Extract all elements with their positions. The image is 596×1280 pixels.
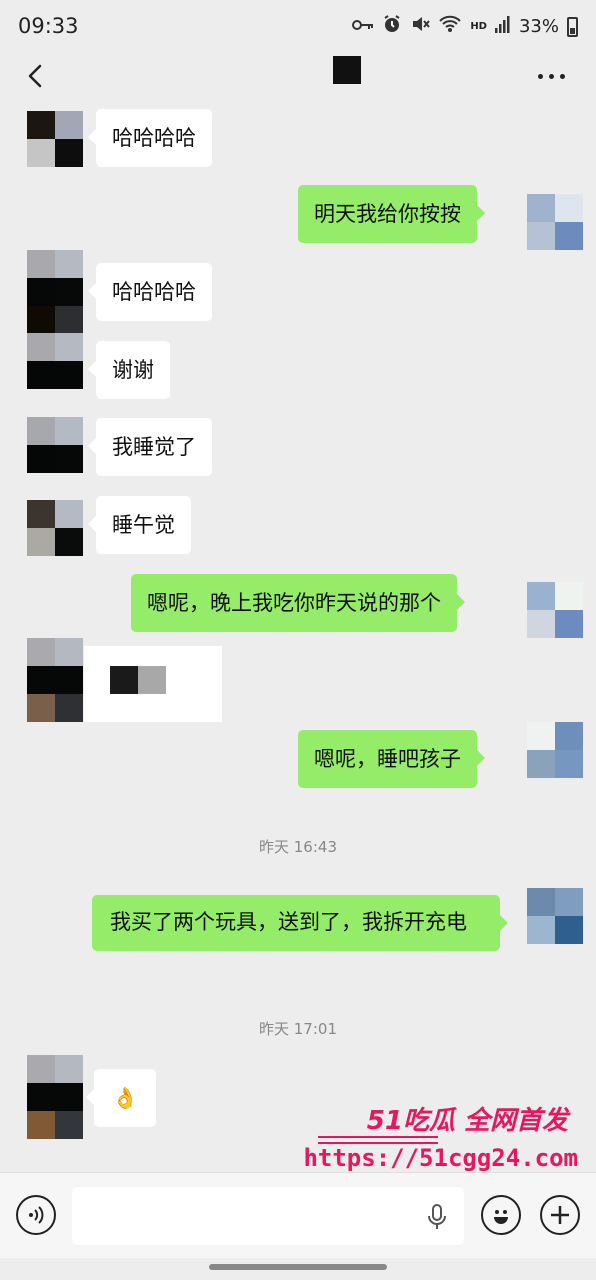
alarm-icon	[382, 14, 402, 39]
sticker-message[interactable]	[84, 646, 222, 722]
input-bar	[0, 1172, 596, 1258]
wifi-icon	[438, 14, 462, 39]
watermark-lines	[318, 1136, 438, 1144]
more-dots-icon	[538, 73, 543, 79]
emoji-icon	[494, 1210, 508, 1224]
contact-avatar[interactable]	[27, 1055, 83, 1139]
status-icons: HD 33%	[352, 14, 578, 39]
chat-header	[0, 52, 596, 102]
contact-avatar[interactable]	[27, 500, 83, 556]
message-bubble-outgoing[interactable]: 嗯呢，晚上我吃你昨天说的那个	[131, 574, 465, 632]
watermark: 51吃瓜 全网首发 https://51cgg24.com	[303, 1100, 588, 1180]
network-label: HD	[470, 21, 487, 32]
my-avatar[interactable]	[527, 888, 583, 944]
message-bubble-incoming[interactable]: 哈哈哈哈	[88, 109, 212, 167]
key-icon	[352, 16, 374, 37]
sticker-image	[110, 666, 138, 694]
signal-icon	[494, 15, 511, 38]
timestamp: 昨天 17:01	[259, 1020, 337, 1038]
status-bar: 09:33 HD 33%	[0, 0, 596, 52]
more-button[interactable]	[538, 66, 570, 86]
message-bubble-incoming[interactable]: 👌	[85, 1069, 157, 1127]
my-avatar[interactable]	[527, 194, 583, 250]
contact-avatar[interactable]	[27, 111, 83, 167]
home-indicator[interactable]	[209, 1264, 387, 1270]
back-button[interactable]	[22, 60, 52, 92]
contact-avatar[interactable]	[27, 417, 83, 473]
timestamp: 昨天 16:43	[259, 838, 337, 856]
voice-button[interactable]	[16, 1195, 56, 1235]
contact-avatar[interactable]	[27, 638, 83, 722]
message-bubble-incoming[interactable]: 哈哈哈哈	[88, 263, 212, 321]
contact-avatar[interactable]	[27, 250, 83, 334]
chevron-left-icon	[28, 64, 42, 88]
message-bubble-outgoing[interactable]: 嗯呢，睡吧孩子	[298, 730, 485, 788]
message-bubble-outgoing[interactable]: 我买了两个玩具，送到了，我拆开充电	[92, 895, 508, 951]
my-avatar[interactable]	[527, 722, 583, 778]
plus-icon	[551, 1206, 569, 1224]
chat-title-redacted	[333, 56, 361, 84]
contact-avatar[interactable]	[27, 333, 83, 389]
voice-icon	[29, 1206, 44, 1224]
battery-percent: 33%	[518, 16, 559, 37]
mic-icon[interactable]	[426, 1203, 448, 1231]
sticker-image	[138, 666, 166, 694]
emoji-button[interactable]	[481, 1195, 521, 1235]
message-bubble-incoming[interactable]: 谢谢	[88, 341, 170, 399]
mute-icon	[410, 14, 431, 39]
message-bubble-outgoing[interactable]: 明天我给你按按	[298, 185, 485, 243]
battery-icon	[567, 16, 578, 37]
watermark-brand: 51吃瓜 全网首发	[366, 1106, 568, 1136]
watermark-url: https://51cgg24.com	[303, 1144, 578, 1172]
status-time: 09:33	[18, 14, 79, 38]
message-input[interactable]	[72, 1187, 464, 1245]
plus-button[interactable]	[540, 1195, 580, 1235]
my-avatar[interactable]	[527, 582, 583, 638]
message-bubble-incoming[interactable]: 我睡觉了	[88, 418, 212, 476]
message-bubble-incoming[interactable]: 睡午觉	[88, 496, 191, 554]
